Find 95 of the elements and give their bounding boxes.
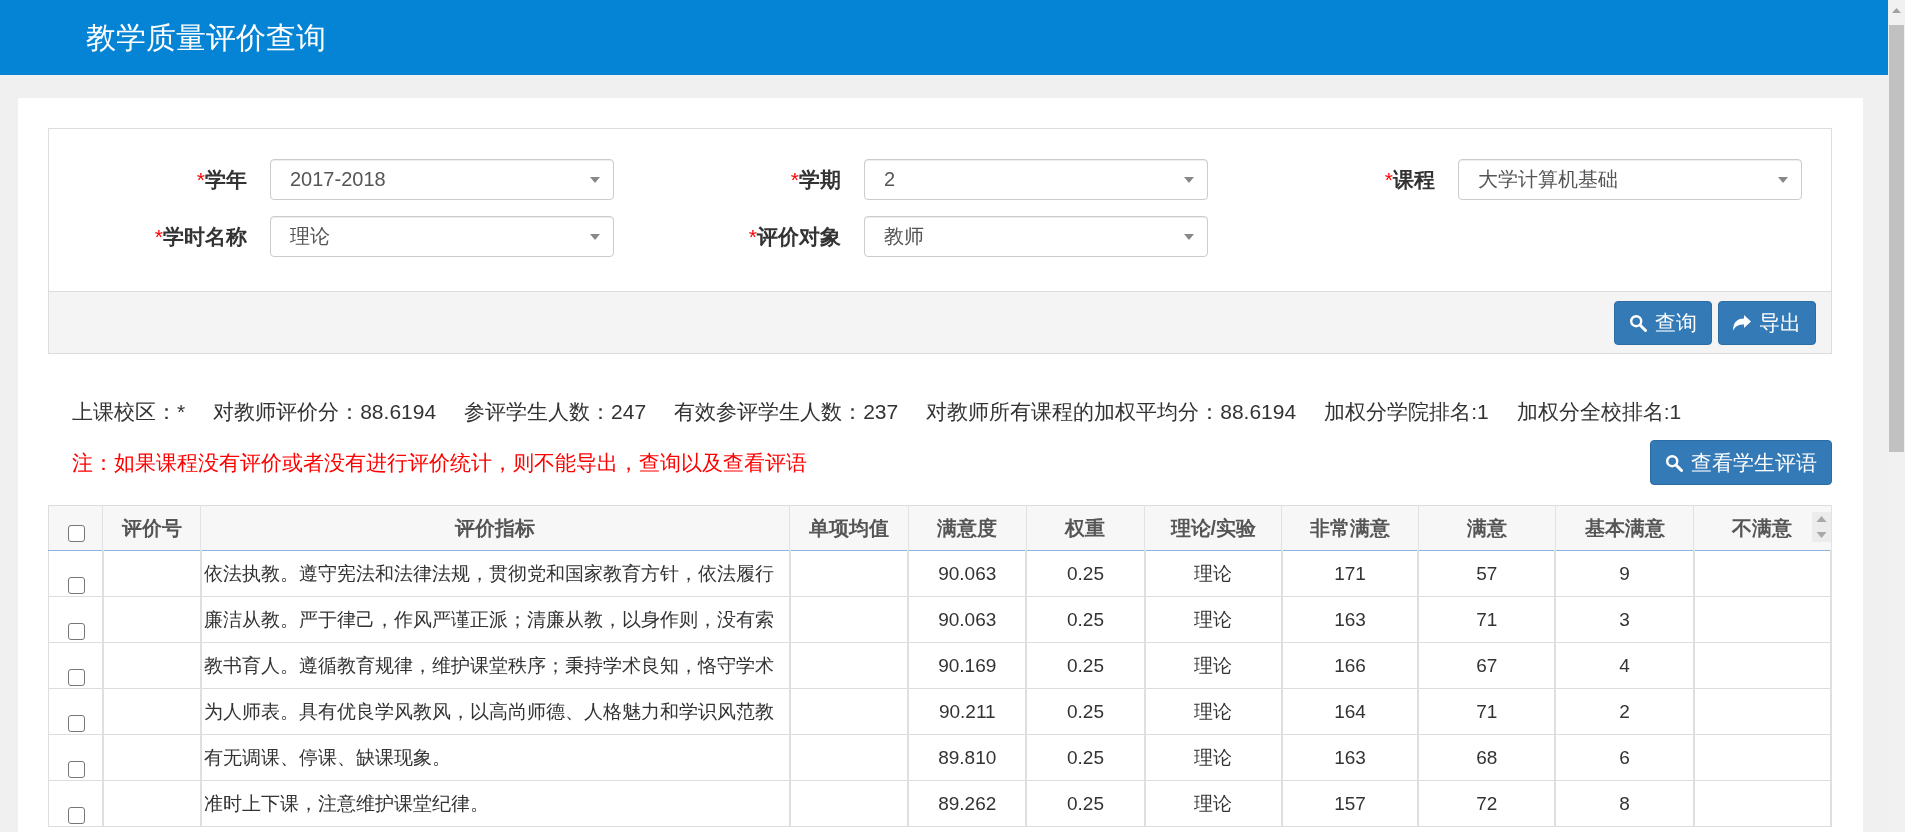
select-field[interactable]: 大学计算机基础	[1458, 159, 1802, 200]
table-cell: 教书育人。遵循教育规律，维护课堂秩序；秉持学术良知，恪守学术	[200, 642, 790, 689]
table-cell: 4	[1555, 642, 1694, 689]
select-field[interactable]: 理论	[270, 216, 614, 257]
row-checkbox[interactable]	[67, 761, 85, 778]
summary-text: 加权分全校排名:1	[1516, 399, 1682, 425]
summary-text: 对教师评价分：88.6194	[213, 399, 437, 425]
table-cell: 理论	[1144, 550, 1282, 597]
table-cell: 166	[1281, 642, 1419, 689]
field-label: 课程	[1393, 166, 1435, 193]
table-cell: 0.25	[1026, 642, 1145, 689]
table-cell: 理论	[1144, 642, 1282, 689]
table-cell: 71	[1418, 688, 1556, 735]
table-cell: 90.211	[908, 688, 1027, 735]
select-field[interactable]: 教师	[864, 216, 1208, 257]
caret-icon	[1778, 176, 1788, 183]
field-label: 学时名称	[163, 223, 247, 250]
table-cell: 3	[1555, 596, 1694, 643]
table-cell: 71	[1418, 596, 1556, 643]
required-mark: *	[748, 223, 757, 250]
table-cell: 90.063	[908, 550, 1027, 597]
column-header: 评价指标	[200, 505, 790, 551]
table-cell: 89.810	[908, 734, 1027, 781]
search-icon	[1629, 313, 1647, 332]
summary-text: 加权分学院排名:1	[1324, 399, 1489, 425]
table-cell: 廉洁从教。严于律己，作风严谨正派；清廉从教，以身作则，没有索	[200, 596, 790, 643]
select-field[interactable]: 2	[864, 159, 1208, 200]
table-cell: 理论	[1144, 596, 1282, 643]
table-cell: 163	[1281, 596, 1419, 643]
required-mark: *	[154, 223, 163, 250]
table-cell: 171	[1281, 550, 1419, 597]
table-cell: 为人师表。具有优良学风教风，以高尚师德、人格魅力和学识风范教	[200, 688, 790, 735]
select-field[interactable]: 2017-2018	[270, 159, 614, 200]
field-label: 学期	[799, 166, 841, 193]
table-cell: 90.169	[908, 642, 1027, 689]
row-checkbox[interactable]	[67, 807, 85, 824]
table-cell: 67	[1418, 642, 1556, 689]
field-label: 评价对象	[757, 223, 841, 250]
required-mark: *	[790, 166, 799, 193]
column-header: 满意度	[908, 505, 1027, 551]
column-header: 评价号	[102, 505, 201, 551]
warning-note: 注：如果课程没有评价或者没有进行评价统计，则不能导出，查询以及查看评语	[72, 449, 807, 476]
column-header: 基本满意	[1555, 505, 1694, 551]
row-checkbox[interactable]	[67, 577, 85, 594]
summary-text: 上课校区：*	[72, 399, 186, 425]
table-cell: 90.063	[908, 596, 1027, 643]
summary-text: 参评学生人数：247	[464, 399, 647, 425]
table-cell: 8	[1555, 780, 1694, 827]
summary-text: 有效参评学生人数：237	[674, 399, 899, 425]
table-cell: 0.25	[1026, 780, 1145, 827]
export-button[interactable]: 导出	[1718, 300, 1816, 345]
required-mark: *	[1384, 166, 1393, 193]
table-cell: 0.25	[1026, 688, 1145, 735]
curved-arrow-icon	[1733, 314, 1751, 331]
scrollbar-thumb[interactable]	[1889, 25, 1904, 452]
table-cell: 68	[1418, 734, 1556, 781]
caret-icon	[590, 233, 600, 240]
row-checkbox[interactable]	[67, 715, 85, 732]
table-cell: 157	[1281, 780, 1419, 827]
required-mark: *	[196, 166, 205, 193]
select-all-checkbox[interactable]	[68, 525, 86, 543]
table-cell: 6	[1555, 734, 1694, 781]
column-header: 满意	[1418, 505, 1556, 551]
caret-icon	[1184, 176, 1194, 183]
table-cell: 89.262	[908, 780, 1027, 827]
table-cell: 0.25	[1026, 734, 1145, 781]
table-cell: 57	[1418, 550, 1556, 597]
table-cell: 0.25	[1026, 596, 1145, 643]
caret-icon	[590, 176, 600, 183]
table-cell: 准时上下课，注意维护课堂纪律。	[200, 780, 790, 827]
table-cell: 理论	[1144, 688, 1282, 735]
table-cell: 0.25	[1026, 550, 1145, 597]
table-cell: 有无调课、停课、缺课现象。	[200, 734, 790, 781]
column-header: 单项均值	[789, 505, 909, 551]
summary-text: 对教师所有课程的加权平均分：88.6194	[926, 399, 1297, 425]
table-cell: 理论	[1144, 734, 1282, 781]
table-cell: 2	[1555, 688, 1694, 735]
table-cell: 72	[1418, 780, 1556, 827]
column-header: 不满意	[1693, 505, 1831, 551]
table-cell: 理论	[1144, 780, 1282, 827]
column-header: 权重	[1026, 505, 1145, 551]
column-header: 非常满意	[1281, 505, 1419, 551]
caret-icon	[1184, 233, 1194, 240]
view-comments-button[interactable]: 查看学生评语	[1650, 440, 1832, 485]
table-cell: 163	[1281, 734, 1419, 781]
search-button[interactable]: 查询	[1614, 300, 1712, 345]
column-header: 理论/实验	[1144, 505, 1282, 551]
field-label: 学年	[205, 166, 247, 193]
table-cell: 依法执教。遵守宪法和法律法规，贯彻党和国家教育方针，依法履行	[200, 550, 790, 597]
row-checkbox[interactable]	[67, 669, 85, 686]
search-icon	[1665, 453, 1683, 472]
row-checkbox[interactable]	[67, 623, 85, 640]
table-cell: 164	[1281, 688, 1419, 735]
page-title: 教学质量评价查询	[86, 19, 326, 56]
table-cell: 9	[1555, 550, 1694, 597]
